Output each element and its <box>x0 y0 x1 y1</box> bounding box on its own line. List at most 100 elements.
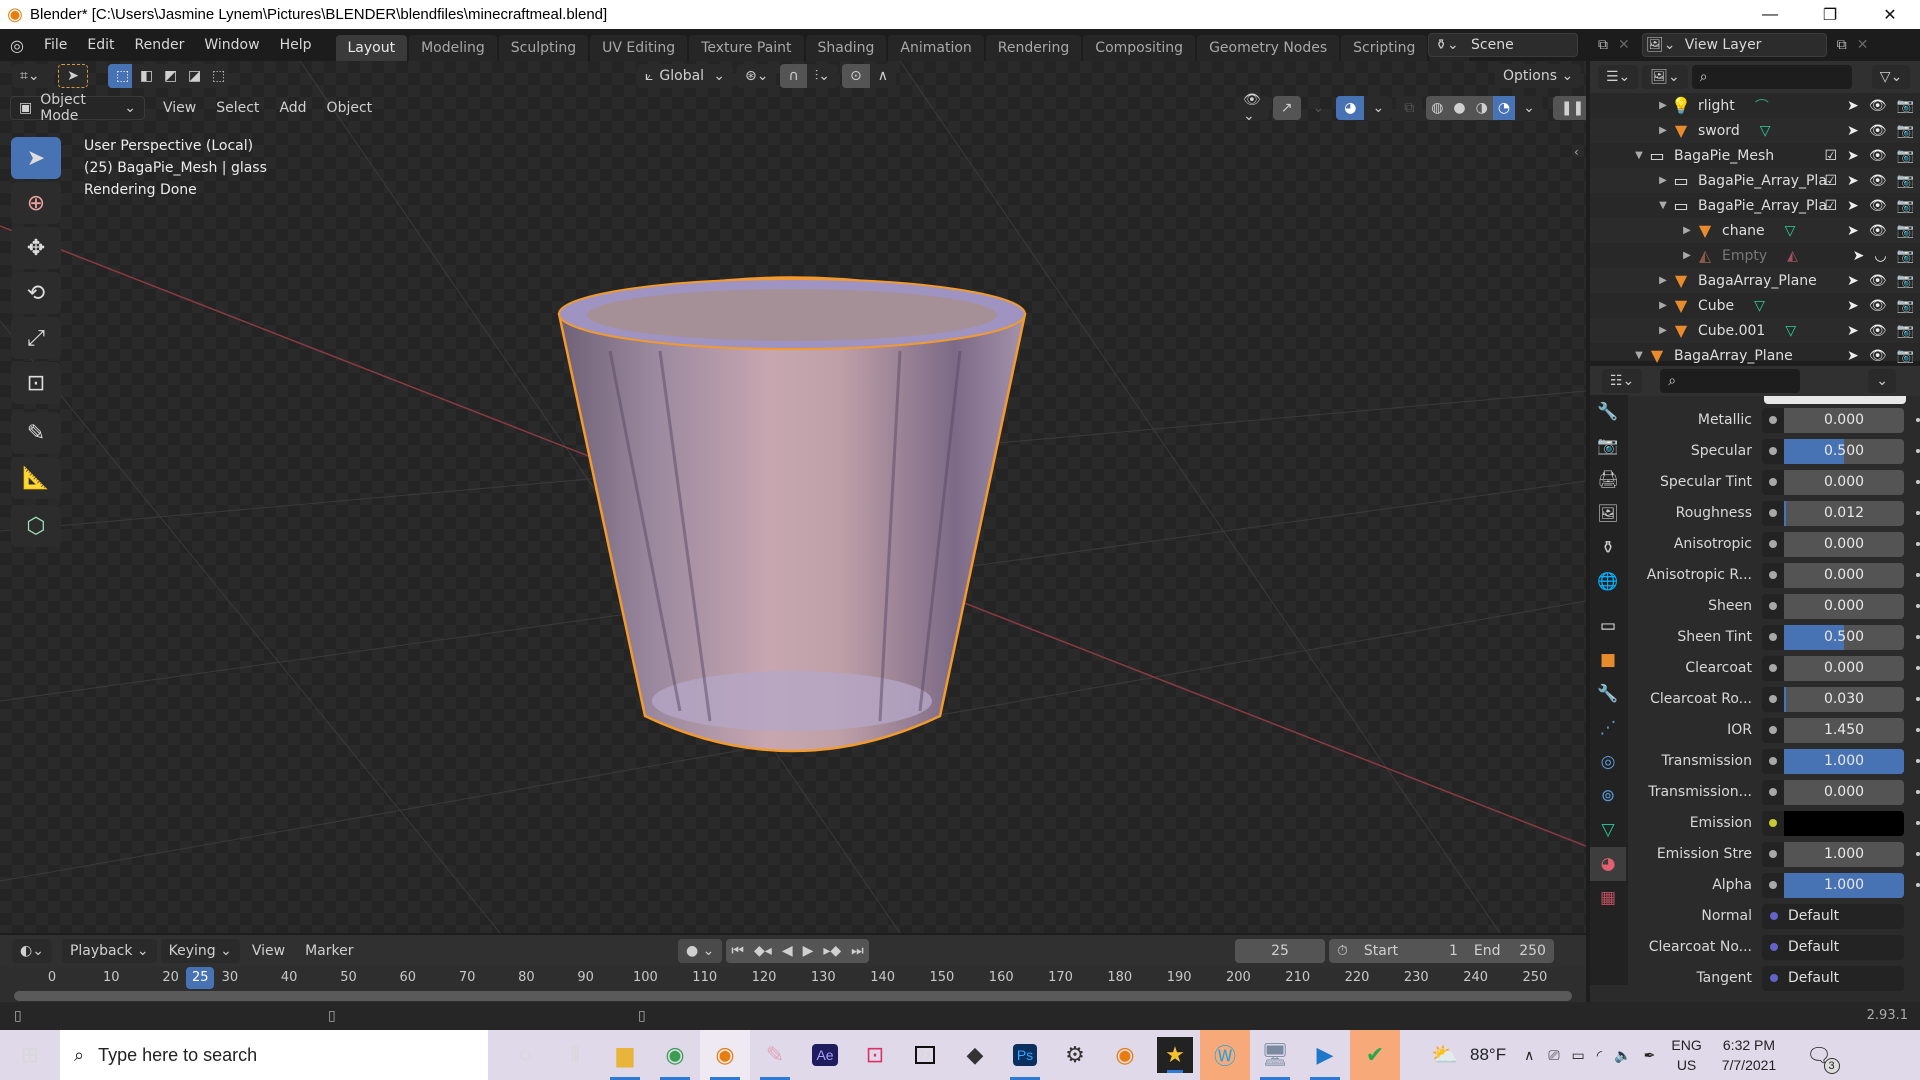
proportional-falloff-dropdown[interactable]: ∧ <box>869 64 896 88</box>
properties-options-dropdown[interactable]: ⌄ <box>1868 369 1897 393</box>
menu-add[interactable]: Add <box>271 96 314 120</box>
menu-help[interactable]: Help <box>270 29 322 61</box>
shading-solid[interactable]: ● <box>1448 96 1471 120</box>
select-toggle-icon[interactable]: ➤ <box>1847 323 1859 339</box>
outliner-item[interactable]: ▶ ▭ BagaPie_Array_Pla ☑ ➤ 👁 📷 <box>1590 168 1920 193</box>
timeline-ruler[interactable]: 0 10 20 30 40 50 60 70 80 90 100 110 120 130 140 150 160… <box>0 967 1586 989</box>
clock[interactable]: 6:32 PM 7/7/2021 <box>1722 1035 1777 1075</box>
vector-input-link[interactable]: Default <box>1762 903 1904 929</box>
outliner-item[interactable]: ▶ ▼ chane ▽ ➤ 👁 📷 <box>1590 218 1920 243</box>
cursor-tool[interactable]: ⊕ <box>11 182 61 224</box>
battery-icon[interactable]: ▭ <box>1572 1047 1585 1064</box>
tab-output-icon[interactable]: 🖨 <box>1590 463 1626 497</box>
blender-menu-icon[interactable]: ◎ <box>0 29 34 61</box>
outliner-item[interactable]: ▼ ▼ BagaArray_Plane ➤ 👁 📷 <box>1590 343 1920 368</box>
jump-start-button[interactable]: ⏮ <box>726 939 750 963</box>
collapse-arrow-icon[interactable]: ▼ <box>1632 150 1646 161</box>
movie-app-icon[interactable]: ★ <box>1157 1037 1193 1073</box>
gizmo-dropdown[interactable]: ⌄ <box>1305 96 1333 120</box>
value-slider[interactable]: 0.000 <box>1784 655 1904 681</box>
visibility-toggle-icon[interactable]: 👁 <box>1869 98 1887 114</box>
input-socket[interactable] <box>1762 748 1784 774</box>
weather-temp[interactable]: 88°F <box>1470 1045 1506 1065</box>
render-toggle-icon[interactable]: 📷 <box>1897 348 1914 364</box>
transform-tool[interactable]: ⊡ <box>11 362 61 404</box>
3d-viewport[interactable]: ⌗⌄ ➤ ⬚ ◧ ◩ ◪ ⬚ ⟀ Global ⌄ ⊛⌄ ∩ ⫶⌄ ⊙ ∧ Opti… <box>0 61 1586 933</box>
menu-edit[interactable]: Edit <box>77 29 124 61</box>
exclude-checkbox[interactable]: ☑ <box>1824 148 1837 164</box>
input-socket[interactable] <box>1762 872 1784 898</box>
keyframe-dot[interactable] <box>1916 852 1920 856</box>
value-slider[interactable]: 0.000 <box>1784 593 1904 619</box>
visibility-toggle-icon[interactable]: 👁 <box>1869 198 1887 214</box>
select-mode-new[interactable]: ⬚ <box>108 64 132 88</box>
shading-material[interactable]: ◑ <box>1470 96 1493 120</box>
input-socket[interactable] <box>1762 717 1784 743</box>
select-toggle-icon[interactable]: ➤ <box>1847 123 1859 139</box>
remove-scene-icon[interactable]: ✕ <box>1618 37 1630 53</box>
minimize-button[interactable]: — <box>1740 0 1800 29</box>
tab-material-icon[interactable]: ◕ <box>1590 847 1626 881</box>
w-app-icon[interactable]: Ⓦ <box>1200 1030 1250 1080</box>
play-button[interactable]: ▶ <box>797 939 819 963</box>
value-slider[interactable]: 1.000 <box>1784 841 1904 867</box>
tab-scripting[interactable]: Scripting <box>1341 35 1428 61</box>
tab-sculpting[interactable]: Sculpting <box>498 35 589 61</box>
value-slider[interactable]: 1.000 <box>1784 872 1904 898</box>
cortana-icon[interactable]: ○ <box>500 1030 550 1080</box>
render-toggle-icon[interactable]: 📷 <box>1897 248 1914 264</box>
input-socket[interactable] <box>1762 655 1784 681</box>
visibility-dropdown[interactable]: 👁⌄ <box>1235 92 1269 124</box>
keyframe-dot[interactable] <box>1916 759 1920 763</box>
keyframe-dot[interactable] <box>1916 883 1920 887</box>
annotate-tool[interactable]: ✎ <box>11 412 61 454</box>
next-keyframe-button[interactable]: ▸◆ <box>818 939 847 963</box>
menu-marker[interactable]: Marker <box>297 939 361 963</box>
visibility-toggle-icon[interactable]: 👁 <box>1869 273 1887 289</box>
tab-tool-icon[interactable]: 🔧 <box>1590 395 1626 429</box>
color-field[interactable] <box>1784 810 1904 836</box>
meet-now-icon[interactable]: ⎚ <box>1548 1047 1559 1064</box>
taskbar-search-input[interactable]: ⌕ Type here to search <box>60 1030 488 1080</box>
timeline-editor-type[interactable]: ◐⌄ <box>12 939 52 963</box>
tab-rendering[interactable]: Rendering <box>985 35 1082 61</box>
transform-orientation-dropdown[interactable]: ⟀ Global ⌄ <box>637 64 733 88</box>
monitor-app-icon[interactable]: 🖥 <box>1250 1030 1300 1080</box>
shading-rendered[interactable]: ◔ <box>1492 96 1516 120</box>
keyframe-dot[interactable] <box>1916 449 1920 453</box>
pause-render-button[interactable]: ❚❚ <box>1552 96 1586 120</box>
overlays-toggle[interactable]: ◕ <box>1336 96 1365 120</box>
language-indicator[interactable]: ENG US <box>1671 1035 1701 1075</box>
input-socket[interactable] <box>1762 686 1784 712</box>
snap-target-dropdown[interactable]: ⫶⌄ <box>806 64 838 88</box>
expand-arrow-icon[interactable]: ▶ <box>1680 225 1694 236</box>
visibility-toggle-icon[interactable]: 👁 <box>1869 148 1887 164</box>
tab-particles-icon[interactable]: ⋰ <box>1590 711 1626 745</box>
visibility-toggle-icon[interactable]: 👁 <box>1869 298 1887 314</box>
xray-toggle[interactable]: ⧉ <box>1396 96 1423 120</box>
tab-object-icon[interactable]: ■ <box>1590 643 1626 677</box>
new-view-layer-icon[interactable]: ⧉ <box>1837 37 1847 53</box>
properties-editor-type[interactable]: ☷⌄ <box>1602 369 1643 393</box>
render-toggle-icon[interactable]: 📷 <box>1897 298 1914 314</box>
keyframe-dot[interactable] <box>1916 418 1920 422</box>
exclude-checkbox[interactable]: ☑ <box>1824 173 1837 189</box>
start-button[interactable]: ⊞ <box>0 1030 60 1080</box>
notifications-button[interactable]: 🗨 3 <box>1806 1043 1840 1074</box>
render-toggle-icon[interactable]: 📷 <box>1897 273 1914 289</box>
input-socket[interactable] <box>1762 593 1784 619</box>
select-toggle-icon[interactable]: ➤ <box>1847 198 1859 214</box>
outliner-search-input[interactable]: ⌕ <box>1691 65 1852 89</box>
tab-shading[interactable]: Shading <box>805 35 887 61</box>
visibility-toggle-icon[interactable]: 👁 <box>1869 173 1887 189</box>
measure-tool[interactable]: 📐 <box>11 457 61 499</box>
task-view-icon[interactable]: ⫴ <box>550 1030 600 1080</box>
expand-arrow-icon[interactable]: ▶ <box>1656 125 1670 136</box>
outliner-item[interactable]: ▶ ▼ Cube.001 ▽ ➤ 👁 📷 <box>1590 318 1920 343</box>
render-toggle-icon[interactable]: 📷 <box>1897 98 1914 114</box>
vector-input-link[interactable]: Default <box>1762 965 1904 991</box>
value-slider[interactable]: 0.000 <box>1784 469 1904 495</box>
volume-icon[interactable]: 🔈 <box>1614 1047 1631 1064</box>
vector-input-link[interactable]: Default <box>1762 934 1904 960</box>
tab-modifiers-icon[interactable]: 🔧 <box>1590 677 1626 711</box>
